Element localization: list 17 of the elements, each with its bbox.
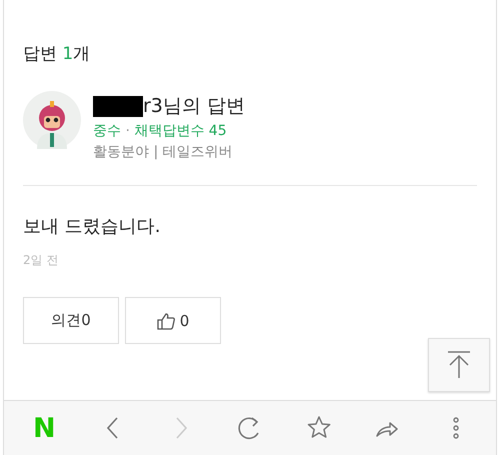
thumbs-up-icon <box>156 312 175 330</box>
author-name: r3님의 답변 <box>143 94 245 119</box>
back-icon <box>107 417 118 439</box>
activity-field: 활동분야 | 테일즈위버 <box>93 143 245 161</box>
star-button[interactable] <box>306 415 332 441</box>
scroll-top-button[interactable] <box>428 338 490 392</box>
more-icon <box>452 417 459 439</box>
arrow-up-icon <box>447 351 471 379</box>
answer-text: 보내 드렸습니다. <box>23 215 162 238</box>
forward-icon <box>176 417 187 439</box>
author-grade: 중수 · 채택답변수 45 <box>93 122 228 140</box>
star-icon <box>306 415 332 441</box>
answer-count-title: 답변 1개 <box>23 43 92 65</box>
like-button[interactable]: 0 <box>125 297 221 344</box>
avatar-icon <box>23 91 81 149</box>
comment-button[interactable]: 의견0 <box>23 297 119 344</box>
answer-time: 2일 전 <box>23 252 60 269</box>
